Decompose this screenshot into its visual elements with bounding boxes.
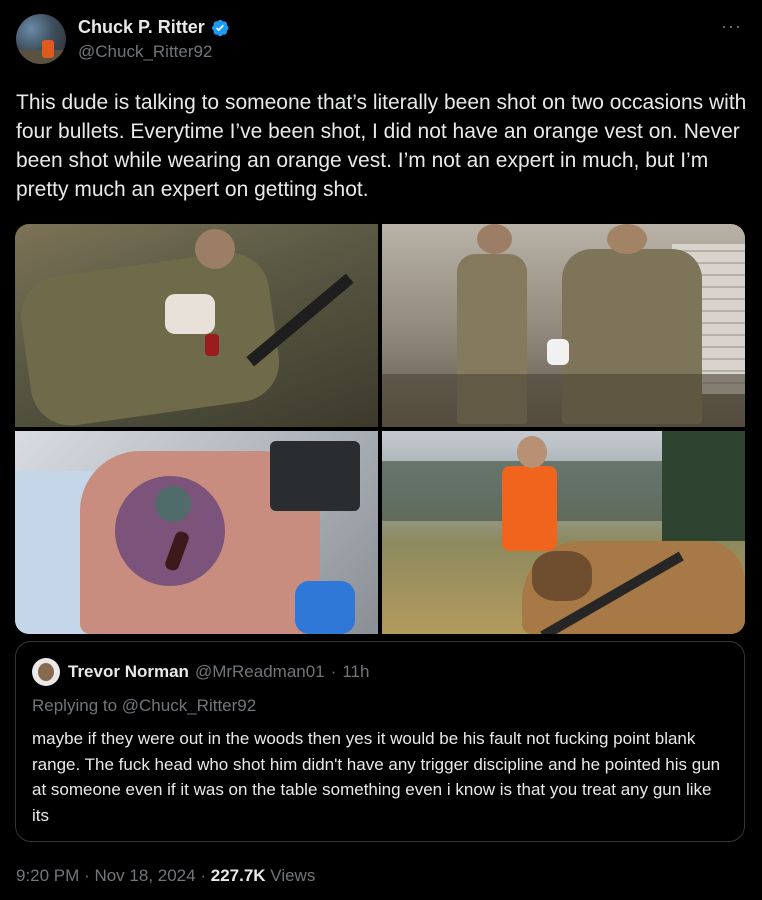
quoted-author-row: Trevor Norman @MrReadman01 · 11h: [68, 662, 369, 682]
tweet-header: Chuck P. Ritter @Chuck_Ritter92 ···: [16, 14, 746, 66]
media-photo-4[interactable]: [382, 431, 745, 634]
footer-separator-1: ·: [84, 866, 90, 885]
media-photo-1[interactable]: [15, 224, 378, 427]
views-label: Views: [270, 866, 316, 885]
author-handle[interactable]: @Chuck_Ritter92: [78, 42, 212, 62]
media-photo-3[interactable]: [15, 431, 378, 634]
post-date[interactable]: Nov 18, 2024: [94, 866, 195, 885]
verified-badge-icon: [211, 19, 229, 36]
quoted-handle[interactable]: @MrReadman01: [195, 662, 325, 682]
quoted-separator: ·: [330, 662, 337, 681]
quoted-text: maybe if they were out in the woods then…: [32, 729, 721, 825]
author-name-row: Chuck P. Ritter: [78, 17, 230, 38]
media-photo-2[interactable]: [382, 224, 745, 427]
quoted-author-avatar[interactable]: [32, 658, 60, 686]
tweet-footer: 9:20 PM · Nov 18, 2024 · 227.7K Views: [16, 866, 315, 886]
quoted-display-name[interactable]: Trevor Norman: [68, 662, 189, 682]
footer-separator-2: ·: [200, 866, 206, 885]
author-display-name[interactable]: Chuck P. Ritter: [78, 17, 205, 38]
quoted-time[interactable]: 11h: [342, 662, 369, 682]
replying-to: Replying to @Chuck_Ritter92: [32, 696, 257, 715]
author-avatar[interactable]: [16, 14, 66, 64]
media-grid: [15, 224, 745, 634]
quoted-tweet[interactable]: Trevor Norman @MrReadman01 · 11h Replyin…: [15, 641, 745, 842]
views-count: 227.7K: [210, 866, 266, 885]
post-time[interactable]: 9:20 PM: [16, 866, 79, 885]
more-options-icon[interactable]: ···: [721, 16, 742, 37]
tweet-text: This dude is talking to someone that’s l…: [16, 91, 747, 201]
